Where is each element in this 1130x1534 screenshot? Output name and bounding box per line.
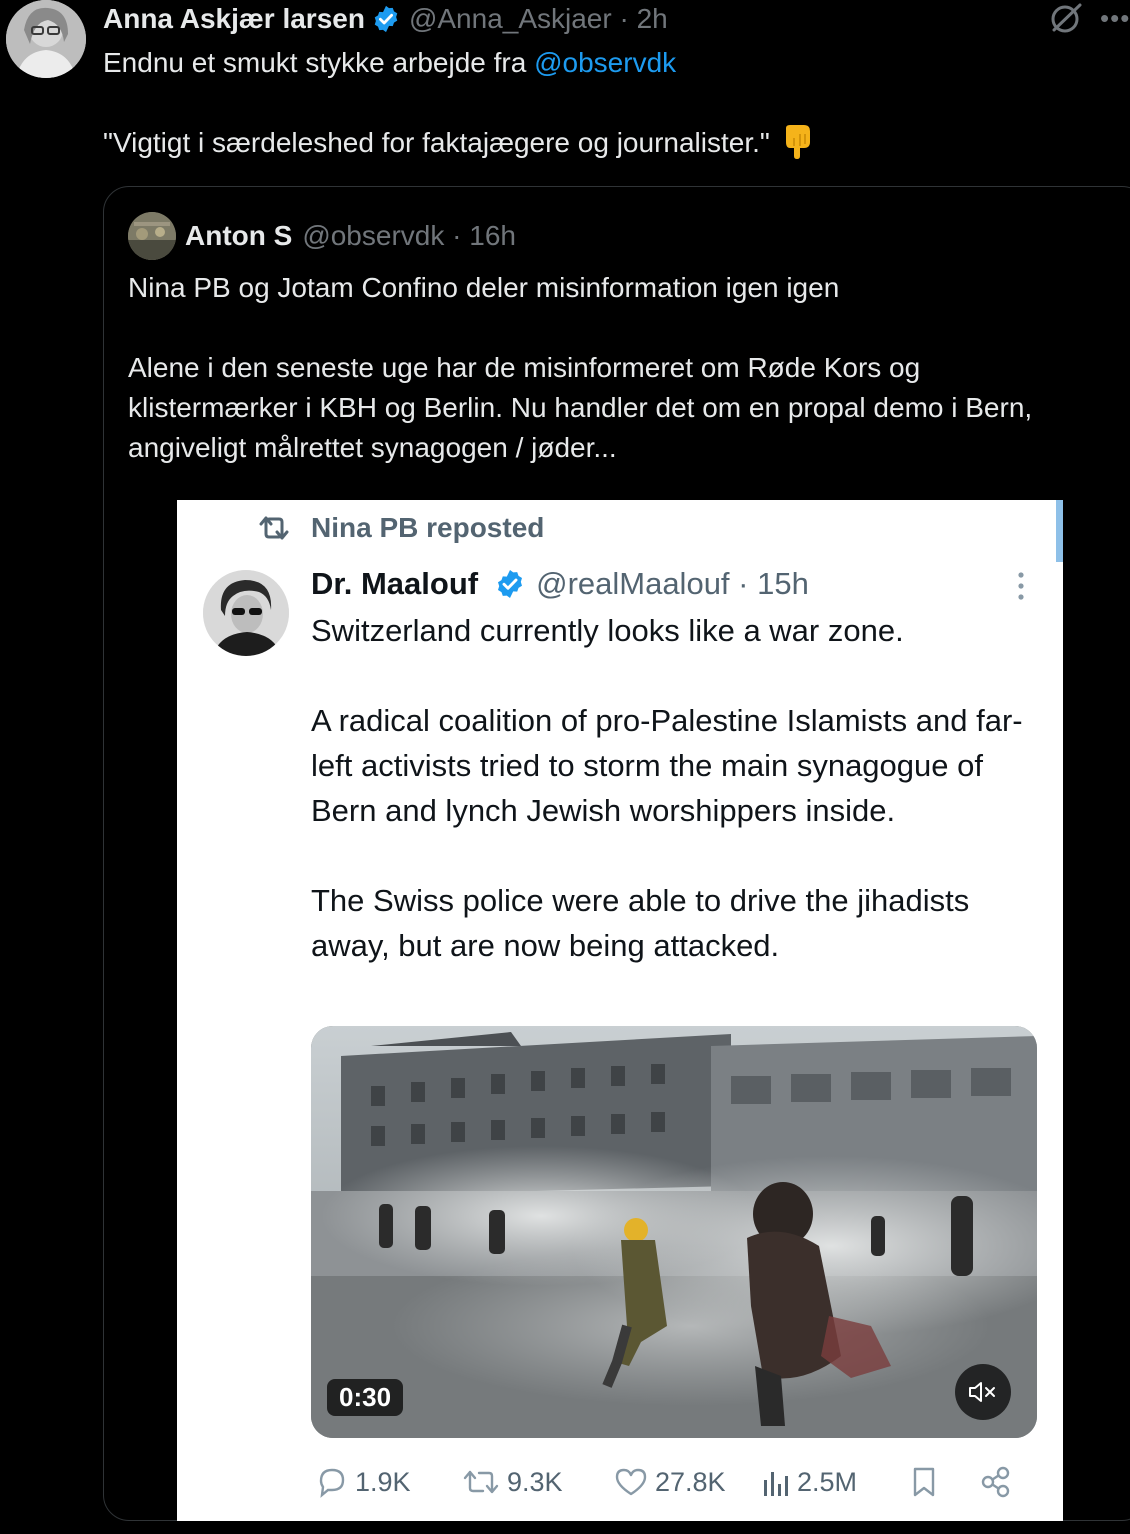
separator-dot: · — [444, 220, 470, 251]
embedded-tweet-text: Switzerland currently looks like a war z… — [311, 608, 1031, 968]
embedded-paragraph-3: The Swiss police were able to drive the … — [311, 883, 970, 963]
share-icon — [979, 1462, 1019, 1502]
repost-stat: 9.3K — [461, 1462, 563, 1502]
outer-tweet-text: Endnu et smukt stykke arbejde fra @obser… — [103, 44, 1063, 162]
avatar[interactable] — [6, 0, 86, 78]
outer-tweet-header: Anna Askjær larsen @Anna_Askjaer · 2h — [103, 2, 668, 36]
grok-icon[interactable] — [1046, 0, 1086, 36]
repost-icon — [463, 1470, 499, 1494]
repost-label: Nina PB reposted — [311, 512, 545, 543]
like-count: 27.8K — [655, 1466, 726, 1497]
bookmark-icon — [909, 1462, 945, 1502]
repost-count: 9.3K — [507, 1466, 563, 1497]
embedded-screenshot[interactable]: Nina PB reposted Dr. Maalouf @realMaalou… — [177, 500, 1063, 1521]
outer-quote-line: "Vigtigt i særdeleshed for faktajægere o… — [103, 127, 770, 158]
quoted-tweet-text: Nina PB og Jotam Confino deler misinform… — [128, 268, 1068, 468]
embedded-header: Dr. Maalouf @realMaalouf · 15h — [311, 566, 809, 602]
quoted-author-name[interactable]: Anton S — [185, 220, 292, 252]
embedded-paragraph-2: A radical coalition of pro-Palestine Isl… — [311, 703, 1023, 828]
outer-line-1: Endnu et smukt stykke arbejde fra @obser… — [103, 44, 1063, 82]
separator-dot: · — [729, 566, 758, 601]
separator-dot: · — [611, 3, 637, 34]
embedded-author-handle: @realMaalouf — [536, 566, 730, 601]
outer-actions: ••• — [1046, 0, 1130, 36]
repost-context: Nina PB reposted — [257, 512, 544, 544]
quoted-header: Anton S @observdk · 16h — [185, 218, 516, 254]
backhand-index-pointing-down-icon — [785, 125, 810, 159]
reply-icon — [319, 1468, 345, 1498]
outer-line-2: "Vigtigt i særdeleshed for faktajægere o… — [103, 124, 1063, 162]
reply-count: 1.9K — [355, 1466, 411, 1497]
tweet-view: Anna Askjær larsen @Anna_Askjaer · 2h ••… — [0, 0, 1130, 1534]
quoted-line-1: Nina PB og Jotam Confino deler misinform… — [128, 272, 840, 303]
quoted-timestamp: 16h — [469, 220, 516, 251]
embedded-action-bar: 1.9K 9.3K 27.8K 2.5M — [311, 1462, 1031, 1502]
mention-link[interactable]: @observdk — [534, 47, 676, 78]
video-duration-badge: 0:30 — [327, 1379, 404, 1416]
views-icon — [764, 1472, 788, 1496]
more-icon[interactable]: ••• — [1100, 3, 1130, 33]
embedded-author-name: Dr. Maalouf — [311, 566, 479, 601]
embedded-timestamp: 15h — [757, 566, 809, 601]
video-thumbnail: 0:30 — [311, 1026, 1037, 1438]
scrollbar — [1056, 500, 1063, 562]
verified-badge-icon — [374, 5, 398, 33]
quoted-author-handle[interactable]: @observdk — [302, 220, 444, 252]
embedded-paragraph-1: Switzerland currently looks like a war z… — [311, 613, 904, 648]
views-stat: 2.5M — [761, 1462, 857, 1502]
author-name[interactable]: Anna Askjær larsen — [103, 3, 365, 35]
kebab-icon — [1018, 572, 1024, 600]
views-count: 2.5M — [797, 1466, 858, 1497]
repost-icon — [259, 516, 289, 540]
outer-text-prefix: Endnu et smukt stykke arbejde fra — [103, 47, 535, 78]
mute-icon — [955, 1364, 1011, 1420]
video-frame — [311, 1026, 1037, 1438]
quoted-line-2: Alene i den seneste uge har de misinform… — [128, 352, 1033, 463]
verified-badge-icon — [498, 570, 523, 598]
quoted-avatar[interactable] — [128, 212, 176, 260]
author-handle[interactable]: @Anna_Askjaer — [409, 3, 612, 35]
embedded-avatar — [203, 570, 289, 656]
like-stat: 27.8K — [613, 1462, 726, 1502]
reply-stat: 1.9K — [315, 1462, 411, 1502]
timestamp[interactable]: 2h — [637, 3, 668, 35]
like-icon — [615, 1468, 647, 1496]
